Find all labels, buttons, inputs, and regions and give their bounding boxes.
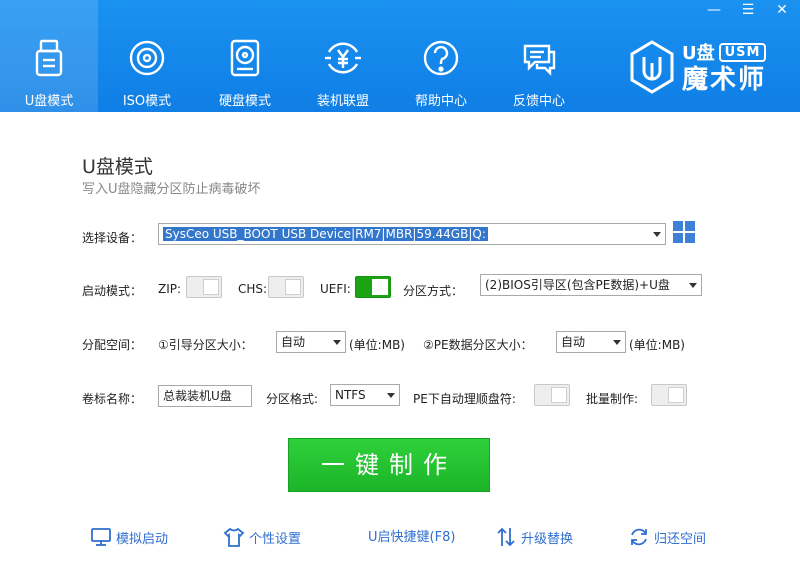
chevron-down-icon [689,283,697,288]
pe-auto-label: PE下自动理顺盘符: [413,392,516,406]
device-select[interactable]: SysCeo USB_BOOT USB Device|RM7|MBR|59.44… [158,223,666,245]
main-nav: U盘模式 ISO模式 硬盘模式 装机联盟 帮助中心 反馈中心 [0,0,588,112]
chevron-down-icon [333,340,341,345]
personal-settings-link[interactable]: 个性设置 [223,526,301,548]
partition-method-select[interactable]: (2)BIOS引导区(包含PE数据)+U盘 [480,274,702,296]
restore-icon [628,526,650,548]
one-click-make-button[interactable]: 一键制作 [288,438,490,492]
help-icon [419,36,463,80]
refresh-devices-icon[interactable] [672,220,696,244]
chevron-down-icon [387,393,395,398]
brand-mark-icon [630,40,674,94]
chevron-down-icon [613,340,621,345]
nav-item-help-center[interactable]: 帮助中心 [392,0,490,112]
pe-size-value: 自动 [561,335,586,349]
boot-hotkey-label: U启快捷键(F8) [368,530,456,545]
close-icon[interactable]: ✕ [774,2,790,18]
chs-toggle[interactable] [268,276,304,298]
simulate-boot-link[interactable]: 模拟启动 [90,526,168,548]
pe-size-select[interactable]: 自动 [556,331,626,353]
upgrade-replace-label: 升级替换 [521,531,574,547]
nav-label: 帮助中心 [414,94,467,109]
brand-top-text: U盘 [682,43,715,64]
nav-label: 硬盘模式 [218,94,271,109]
personal-settings-label: 个性设置 [249,531,302,547]
nav-item-usb-mode[interactable]: U盘模式 [0,0,98,112]
footer-links: 模拟启动 个性设置 U启快捷键(F8) 升级替换 归还空间 [0,526,800,554]
menu-icon[interactable]: ☰ [740,2,756,18]
boot-hotkey-link[interactable]: U启快捷键(F8) [368,526,455,545]
window-controls: — ☰ ✕ [706,2,790,18]
page-subtitle: 写入U盘隐藏分区防止病毒破坏 [82,182,261,197]
usb-drive-icon [27,36,71,80]
boot-size-unit: (单位:MB) [349,338,405,352]
uefi-toggle[interactable] [355,276,391,298]
minimize-icon[interactable]: — [706,2,722,18]
zip-toggle[interactable] [186,276,222,298]
boot-size-value: 自动 [281,335,306,349]
monitor-icon [90,526,112,548]
feedback-chat-icon [517,36,561,80]
header-bar: — ☰ ✕ U盘模式 ISO模式 硬盘模式 装机联盟 帮助中心 反馈中心 U盘 … [0,0,800,112]
pe-size-unit: (单位:MB) [629,338,685,352]
upgrade-replace-link[interactable]: 升级替换 [495,526,573,548]
nav-label: U盘模式 [24,94,74,109]
nav-label: 装机联盟 [316,94,369,109]
chevron-down-icon [653,232,661,237]
boot-size-select[interactable]: 自动 [276,331,346,353]
alloc-space-label: 分配空间： [82,338,143,352]
disc-icon [125,36,169,80]
pe-size-label: ②PE数据分区大小： [423,338,533,352]
hard-disk-icon [223,36,267,80]
batch-toggle[interactable] [651,384,687,406]
volume-label: 卷标名称： [82,392,143,406]
boot-mode-label: 启动模式： [82,284,143,298]
brand-logo: U盘 USM 魔术师 [628,32,788,102]
simulate-boot-label: 模拟启动 [116,531,169,547]
restore-space-link[interactable]: 归还空间 [628,526,706,548]
device-label: 选择设备： [82,231,143,245]
boot-size-label: ①引导分区大小： [158,338,253,352]
batch-label: 批量制作: [586,392,639,406]
fs-label: 分区格式: [266,392,319,406]
fs-value: NTFS [335,388,366,402]
brand-badge: USM [718,42,767,62]
nav-label: 反馈中心 [512,94,565,109]
uefi-label: UEFI: [320,282,351,296]
tshirt-icon [223,526,245,548]
yen-coin-icon [321,36,365,80]
main-content: U盘模式 写入U盘隐藏分区防止病毒破坏 选择设备： SysCeo USB_BOO… [0,112,800,564]
fs-select[interactable]: NTFS [330,384,400,406]
nav-item-iso-mode[interactable]: ISO模式 [98,0,196,112]
zip-label: ZIP: [158,282,182,296]
pe-auto-toggle[interactable] [534,384,570,406]
nav-item-hdd-mode[interactable]: 硬盘模式 [196,0,294,112]
nav-label: ISO模式 [122,94,172,109]
upgrade-arrows-icon [495,526,517,548]
partition-method-value: (2)BIOS引导区(包含PE数据)+U盘 [485,278,670,292]
nav-item-install-alliance[interactable]: 装机联盟 [294,0,392,112]
brand-name: 魔术师 [682,65,767,95]
volume-name-input[interactable]: 总裁装机U盘 [158,385,252,407]
page-title: U盘模式 [82,156,153,178]
nav-item-feedback-center[interactable]: 反馈中心 [490,0,588,112]
chs-label: CHS: [238,282,268,296]
partition-method-label: 分区方式： [403,284,464,298]
device-select-value: SysCeo USB_BOOT USB Device|RM7|MBR|59.44… [163,227,488,241]
restore-space-label: 归还空间 [654,531,707,547]
